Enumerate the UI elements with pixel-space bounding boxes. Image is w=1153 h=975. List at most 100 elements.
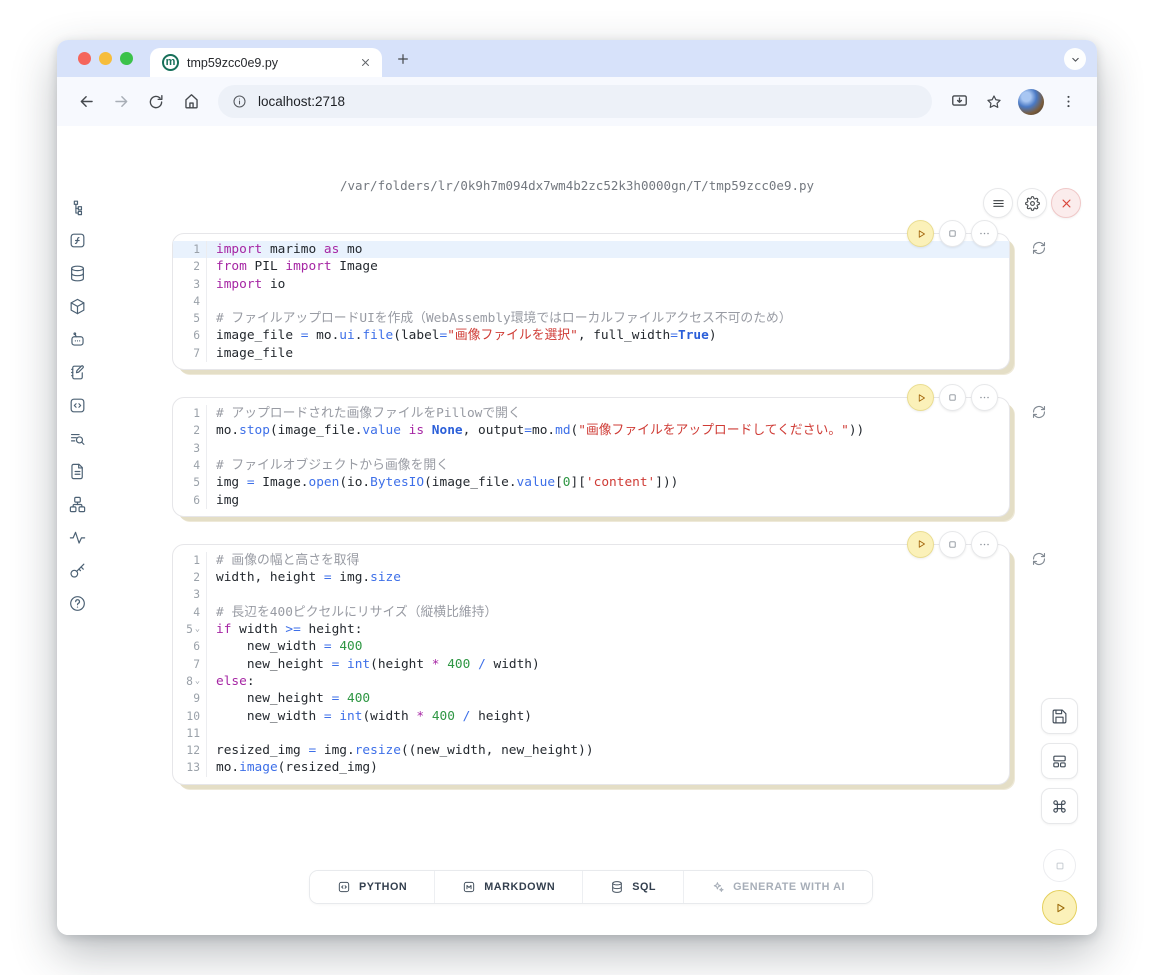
stop-cell-button[interactable] <box>939 220 966 247</box>
cell-menu-button[interactable] <box>971 220 998 247</box>
stop-all-cells-button[interactable] <box>1043 849 1076 882</box>
add-sql-cell-button[interactable]: SQL <box>582 871 683 903</box>
code-cell-3[interactable]: 1# 画像の幅と高さを取得2width, height = img.size3 … <box>172 544 1010 785</box>
browser-toolbar: localhost:2718 <box>57 77 1097 126</box>
code-line[interactable]: 2width, height = img.size <box>173 569 1009 586</box>
reload-button[interactable] <box>141 87 171 117</box>
code-line[interactable]: 11 <box>173 725 1009 742</box>
snippets-icon <box>68 396 87 415</box>
run-cell-button[interactable] <box>907 384 934 411</box>
code-text: new_width = 400 <box>207 638 362 655</box>
sidebar-item-data-sources[interactable] <box>67 263 88 284</box>
sidebar-item-variables[interactable] <box>67 230 88 251</box>
code-line[interactable]: 4 <box>173 293 1009 310</box>
sidebar-item-scratchpad[interactable] <box>67 362 88 383</box>
code-line[interactable]: 5⌄if width >= height: <box>173 621 1009 638</box>
code-line[interactable]: 6 new_width = 400 <box>173 638 1009 655</box>
sidebar-item-dependency-graph[interactable] <box>67 494 88 515</box>
code-line[interactable]: 3 <box>173 440 1009 457</box>
rerun-stale-icon[interactable] <box>1031 240 1047 256</box>
code-line[interactable]: 4# 長辺を400ピクセルにリサイズ（縦横比維持） <box>173 604 1009 621</box>
stop-cell-button[interactable] <box>939 384 966 411</box>
cell-menu-button[interactable] <box>971 531 998 558</box>
code-line[interactable]: 8⌄else: <box>173 673 1009 690</box>
line-number: 13 <box>173 759 207 776</box>
rerun-stale-icon[interactable] <box>1031 404 1047 420</box>
code-line[interactable]: 13mo.image(resized_img) <box>173 759 1009 776</box>
sidebar-item-packages[interactable] <box>67 296 88 317</box>
tab-close-icon[interactable] <box>359 56 372 69</box>
notebook-file-path: /var/folders/lr/0k9h7m094dx7wm4b2zc52k3h… <box>57 178 1097 193</box>
code-line[interactable]: 2mo.stop(image_file.value is None, outpu… <box>173 422 1009 439</box>
code-text <box>207 293 224 310</box>
run-cell-button[interactable] <box>907 220 934 247</box>
sidebar-item-tracing[interactable] <box>67 527 88 548</box>
code-text: # ファイルオブジェクトから画像を開く <box>207 457 449 474</box>
fold-chevron-icon[interactable]: ⌄ <box>195 677 200 686</box>
sidebar-item-outline[interactable] <box>67 197 88 218</box>
run-all-cells-button[interactable] <box>1042 890 1077 925</box>
cell-menu-button[interactable] <box>971 384 998 411</box>
address-bar[interactable]: localhost:2718 <box>218 85 932 118</box>
sidebar-item-secrets[interactable] <box>67 560 88 581</box>
add-markdown-cell-button[interactable]: MARKDOWN <box>434 871 582 903</box>
ellipsis-icon <box>978 227 991 240</box>
notebook-menu-button[interactable] <box>983 188 1013 218</box>
code-line[interactable]: 6image_file = mo.ui.file(label="画像ファイルを選… <box>173 327 1009 344</box>
back-button[interactable] <box>71 87 101 117</box>
profile-avatar[interactable] <box>1018 89 1044 115</box>
sidebar-item-documentation[interactable] <box>67 461 88 482</box>
code-line[interactable]: 1import marimo as mo <box>173 241 1009 258</box>
rerun-stale-icon[interactable] <box>1031 551 1047 567</box>
bookmark-star-button[interactable] <box>979 87 1009 117</box>
line-number: 12 <box>173 742 207 759</box>
sidebar-item-help[interactable] <box>67 593 88 614</box>
code-line[interactable]: 4# ファイルオブジェクトから画像を開く <box>173 457 1009 474</box>
code-line[interactable]: 3 <box>173 586 1009 603</box>
tab-search-button[interactable] <box>1064 48 1086 70</box>
fold-chevron-icon[interactable]: ⌄ <box>195 625 200 634</box>
keyboard-shortcuts-button[interactable] <box>1041 788 1078 824</box>
code-cell-2[interactable]: 1# アップロードされた画像ファイルをPillowで開く2mo.stop(ima… <box>172 397 1010 517</box>
sidebar-item-logs[interactable] <box>67 428 88 449</box>
browser-menu-button[interactable] <box>1053 87 1083 117</box>
code-line[interactable]: 2from PIL import Image <box>173 258 1009 275</box>
new-tab-button[interactable] <box>395 51 411 67</box>
save-notebook-button[interactable] <box>1041 698 1078 734</box>
code-line[interactable]: 3import io <box>173 276 1009 293</box>
code-line[interactable]: 1# アップロードされた画像ファイルをPillowで開く <box>173 405 1009 422</box>
code-line[interactable]: 7 new_height = int(height * 400 / width) <box>173 656 1009 673</box>
code-line[interactable]: 5# ファイルアップロードUIを作成（WebAssembly環境ではローカルファ… <box>173 310 1009 327</box>
stop-square-icon <box>946 538 959 551</box>
zoom-window-button[interactable] <box>120 52 133 65</box>
sidebar-item-snippets[interactable] <box>67 395 88 416</box>
sidebar-item-ai-chat[interactable] <box>67 329 88 350</box>
code-cell-1[interactable]: 1import marimo as mo2from PIL import Ima… <box>172 233 1010 370</box>
code-line[interactable]: 7image_file <box>173 345 1009 362</box>
code-line[interactable]: 9 new_height = 400 <box>173 690 1009 707</box>
home-button[interactable] <box>176 87 206 117</box>
code-line[interactable]: 10 new_width = int(width * 400 / height) <box>173 708 1009 725</box>
add-python-cell-button[interactable]: PYTHON <box>310 871 434 903</box>
forward-button[interactable] <box>106 87 136 117</box>
secrets-icon <box>68 561 87 580</box>
code-line[interactable]: 12resized_img = img.resize((new_width, n… <box>173 742 1009 759</box>
code-line[interactable]: 5img = Image.open(io.BytesIO(image_file.… <box>173 474 1009 491</box>
site-info-icon[interactable] <box>232 94 247 109</box>
app-layout-button[interactable] <box>1041 743 1078 779</box>
code-text: import marimo as mo <box>207 241 362 258</box>
browser-tab[interactable]: m tmp59zcc0e9.py <box>150 48 382 77</box>
notebook-settings-button[interactable] <box>1017 188 1047 218</box>
code-line[interactable]: 6img <box>173 492 1009 509</box>
line-number: 7 <box>173 656 207 673</box>
line-number: 5 <box>173 474 207 491</box>
run-cell-button[interactable] <box>907 531 934 558</box>
code-line[interactable]: 1# 画像の幅と高さを取得 <box>173 552 1009 569</box>
stop-cell-button[interactable] <box>939 531 966 558</box>
install-app-button[interactable] <box>944 87 974 117</box>
shutdown-button[interactable] <box>1051 188 1081 218</box>
code-text: mo.stop(image_file.value is None, output… <box>207 422 864 439</box>
close-window-button[interactable] <box>78 52 91 65</box>
generate-with-ai-button[interactable]: GENERATE WITH AI <box>683 871 872 903</box>
minimize-window-button[interactable] <box>99 52 112 65</box>
